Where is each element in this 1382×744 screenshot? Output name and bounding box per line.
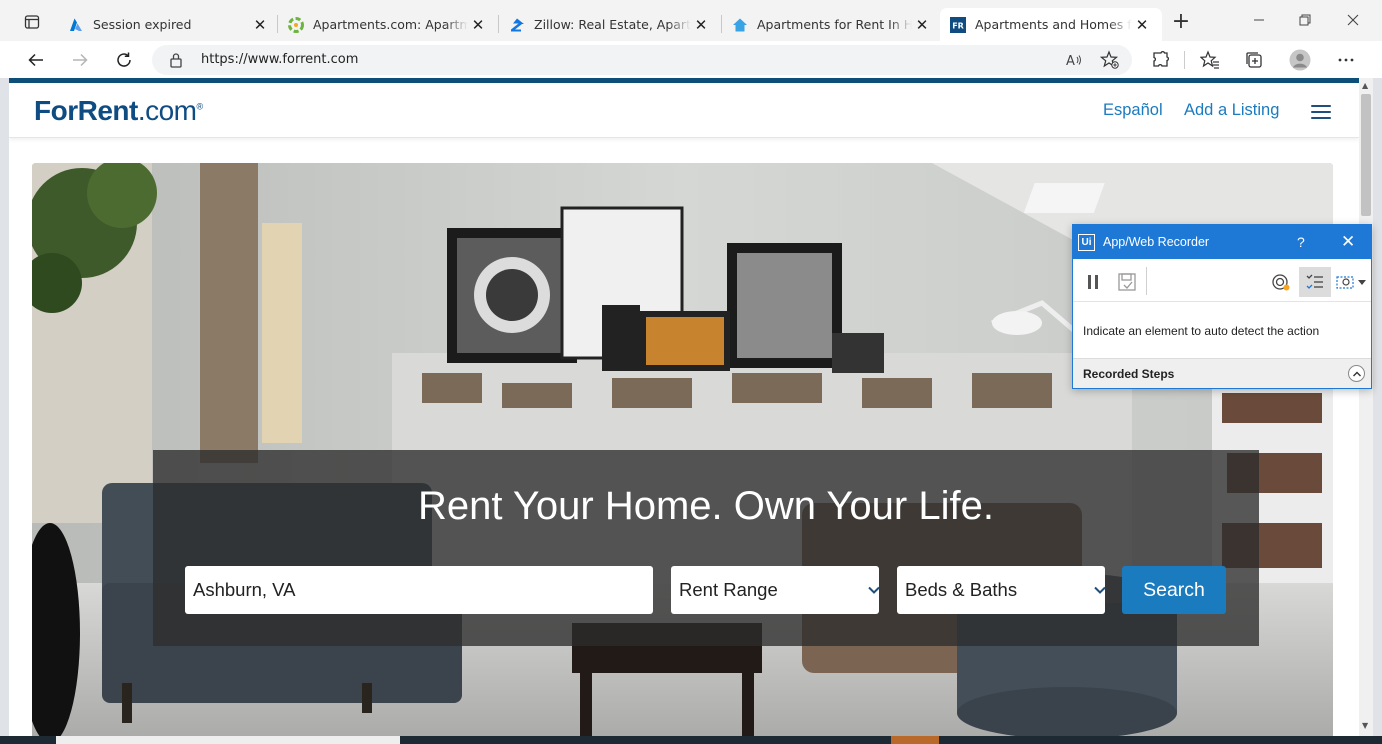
minimize-button[interactable] (1244, 10, 1274, 34)
tab-title: Apartments and Homes for R (975, 17, 1132, 32)
logo-registered: ® (196, 101, 204, 112)
recorder-close-button[interactable]: ✕ (1341, 232, 1355, 252)
nav-add-listing-link[interactable]: Add a Listing (1184, 101, 1279, 120)
taskbar-search-box[interactable] (56, 736, 400, 744)
hamburger-menu-icon[interactable] (1311, 105, 1331, 119)
close-icon[interactable]: ✕ (691, 16, 711, 34)
tab-title: Apartments for Rent In Hartfo (757, 17, 912, 32)
recorder-title: App/Web Recorder (1103, 235, 1210, 249)
uipath-logo-icon: Ui (1078, 233, 1095, 251)
read-aloud-icon[interactable]: A (1064, 50, 1084, 70)
toolbar-divider (1184, 51, 1185, 69)
scroll-up-arrow-icon[interactable]: ▲ (1362, 81, 1368, 90)
os-taskbar (0, 736, 1382, 744)
taskbar-app-icon[interactable] (891, 736, 939, 744)
more-menu-icon[interactable] (1335, 49, 1357, 71)
logo-tld: .com (137, 95, 197, 126)
close-icon[interactable]: ✕ (250, 16, 270, 34)
tab-title: Apartments.com: Apartments (313, 17, 468, 32)
profile-avatar-icon[interactable] (1289, 49, 1311, 71)
restore-button[interactable] (1290, 10, 1320, 34)
forward-arrow-icon[interactable] (69, 49, 91, 71)
scroll-thumb[interactable] (1361, 94, 1371, 216)
beds-baths-select[interactable]: Beds & Baths (897, 566, 1106, 614)
address-bar[interactable]: https://www.forrent.com A (152, 45, 1132, 75)
tab-hartford-apartments[interactable]: Apartments for Rent In Hartfo ✕ (722, 8, 942, 41)
add-favorite-icon[interactable] (1100, 50, 1120, 70)
hero-title: Rent Your Home. Own Your Life. (418, 484, 994, 528)
site-header: ForRent.com® Español Add a Listing (9, 83, 1359, 138)
beds-baths-label: Beds & Baths (905, 579, 1018, 600)
favorites-icon[interactable] (1199, 49, 1221, 71)
pause-icon[interactable] (1077, 267, 1109, 297)
tab-forrent-active[interactable]: FR Apartments and Homes for R ✕ (940, 8, 1162, 41)
recorded-steps-label: Recorded Steps (1083, 367, 1175, 381)
collapse-up-icon[interactable] (1348, 365, 1365, 382)
recorder-toolbar (1073, 259, 1371, 302)
svg-text:A: A (1066, 54, 1075, 68)
scroll-down-arrow-icon[interactable]: ▼ (1362, 721, 1368, 730)
back-arrow-icon[interactable] (25, 49, 47, 71)
new-tab-button[interactable]: + (1170, 11, 1192, 34)
tab-title: Session expired (93, 17, 192, 32)
home-icon (732, 17, 748, 33)
forrent-favicon-icon: FR (950, 16, 966, 33)
tab-zillow[interactable]: Zillow: Real Estate, Apartment ✕ (499, 8, 721, 41)
browser-tab-strip: Session expired ✕ Apartments.com: Apartm… (0, 0, 1382, 41)
svg-text:FR: FR (952, 21, 964, 30)
zillow-icon (509, 17, 525, 33)
close-icon[interactable]: ✕ (468, 16, 488, 34)
apartments-icon (288, 16, 304, 33)
search-panel: Rent Your Home. Own Your Life. Ashburn, … (153, 450, 1259, 646)
page-scrollbar[interactable]: ▲ ▼ (1359, 78, 1373, 736)
location-value: Ashburn, VA (193, 579, 296, 600)
location-search-input[interactable]: Ashburn, VA (185, 566, 653, 614)
close-icon[interactable]: ✕ (1132, 16, 1152, 34)
rent-range-label: Rent Range (679, 579, 778, 600)
url-text[interactable]: https://www.forrent.com (201, 52, 358, 67)
help-button[interactable]: ? (1297, 234, 1305, 250)
rent-range-select[interactable]: Rent Range (671, 566, 880, 614)
recorder-title-bar: Ui App/Web Recorder ? ✕ (1073, 225, 1371, 259)
browser-toolbar: https://www.forrent.com A (0, 41, 1382, 78)
app-web-recorder-panel: Ui App/Web Recorder ? ✕ Indicate an elem… (1072, 224, 1372, 389)
screen-capture-dropdown-icon[interactable] (1333, 267, 1371, 297)
lock-icon[interactable] (169, 52, 183, 72)
web-page: ForRent.com® Español Add a Listing Rent … (9, 78, 1359, 736)
search-button[interactable]: Search (1122, 566, 1226, 614)
window-close-button[interactable] (1338, 10, 1368, 34)
recorder-divider (1146, 267, 1147, 295)
save-icon[interactable] (1111, 267, 1143, 297)
recorder-instruction: Indicate an element to auto detect the a… (1083, 324, 1320, 338)
extensions-icon[interactable] (1150, 49, 1172, 71)
close-icon[interactable]: ✕ (912, 16, 932, 34)
recorded-steps-header[interactable]: Recorded Steps (1073, 358, 1371, 388)
logo-brand: ForRent (34, 95, 138, 126)
forrent-logo[interactable]: ForRent.com® (34, 95, 203, 127)
azure-icon (68, 17, 84, 33)
tab-session-expired[interactable]: Session expired ✕ (58, 8, 280, 41)
collections-icon[interactable] (1243, 49, 1265, 71)
tab-apartments-com[interactable]: Apartments.com: Apartments ✕ (278, 8, 498, 41)
nav-espanol-link[interactable]: Español (1103, 101, 1163, 120)
tab-title: Zillow: Real Estate, Apartment (534, 17, 691, 32)
refresh-icon[interactable] (113, 49, 135, 71)
auto-detect-steps-icon[interactable] (1299, 267, 1331, 297)
target-icon[interactable] (1265, 267, 1297, 297)
tab-actions-icon[interactable] (18, 11, 46, 37)
